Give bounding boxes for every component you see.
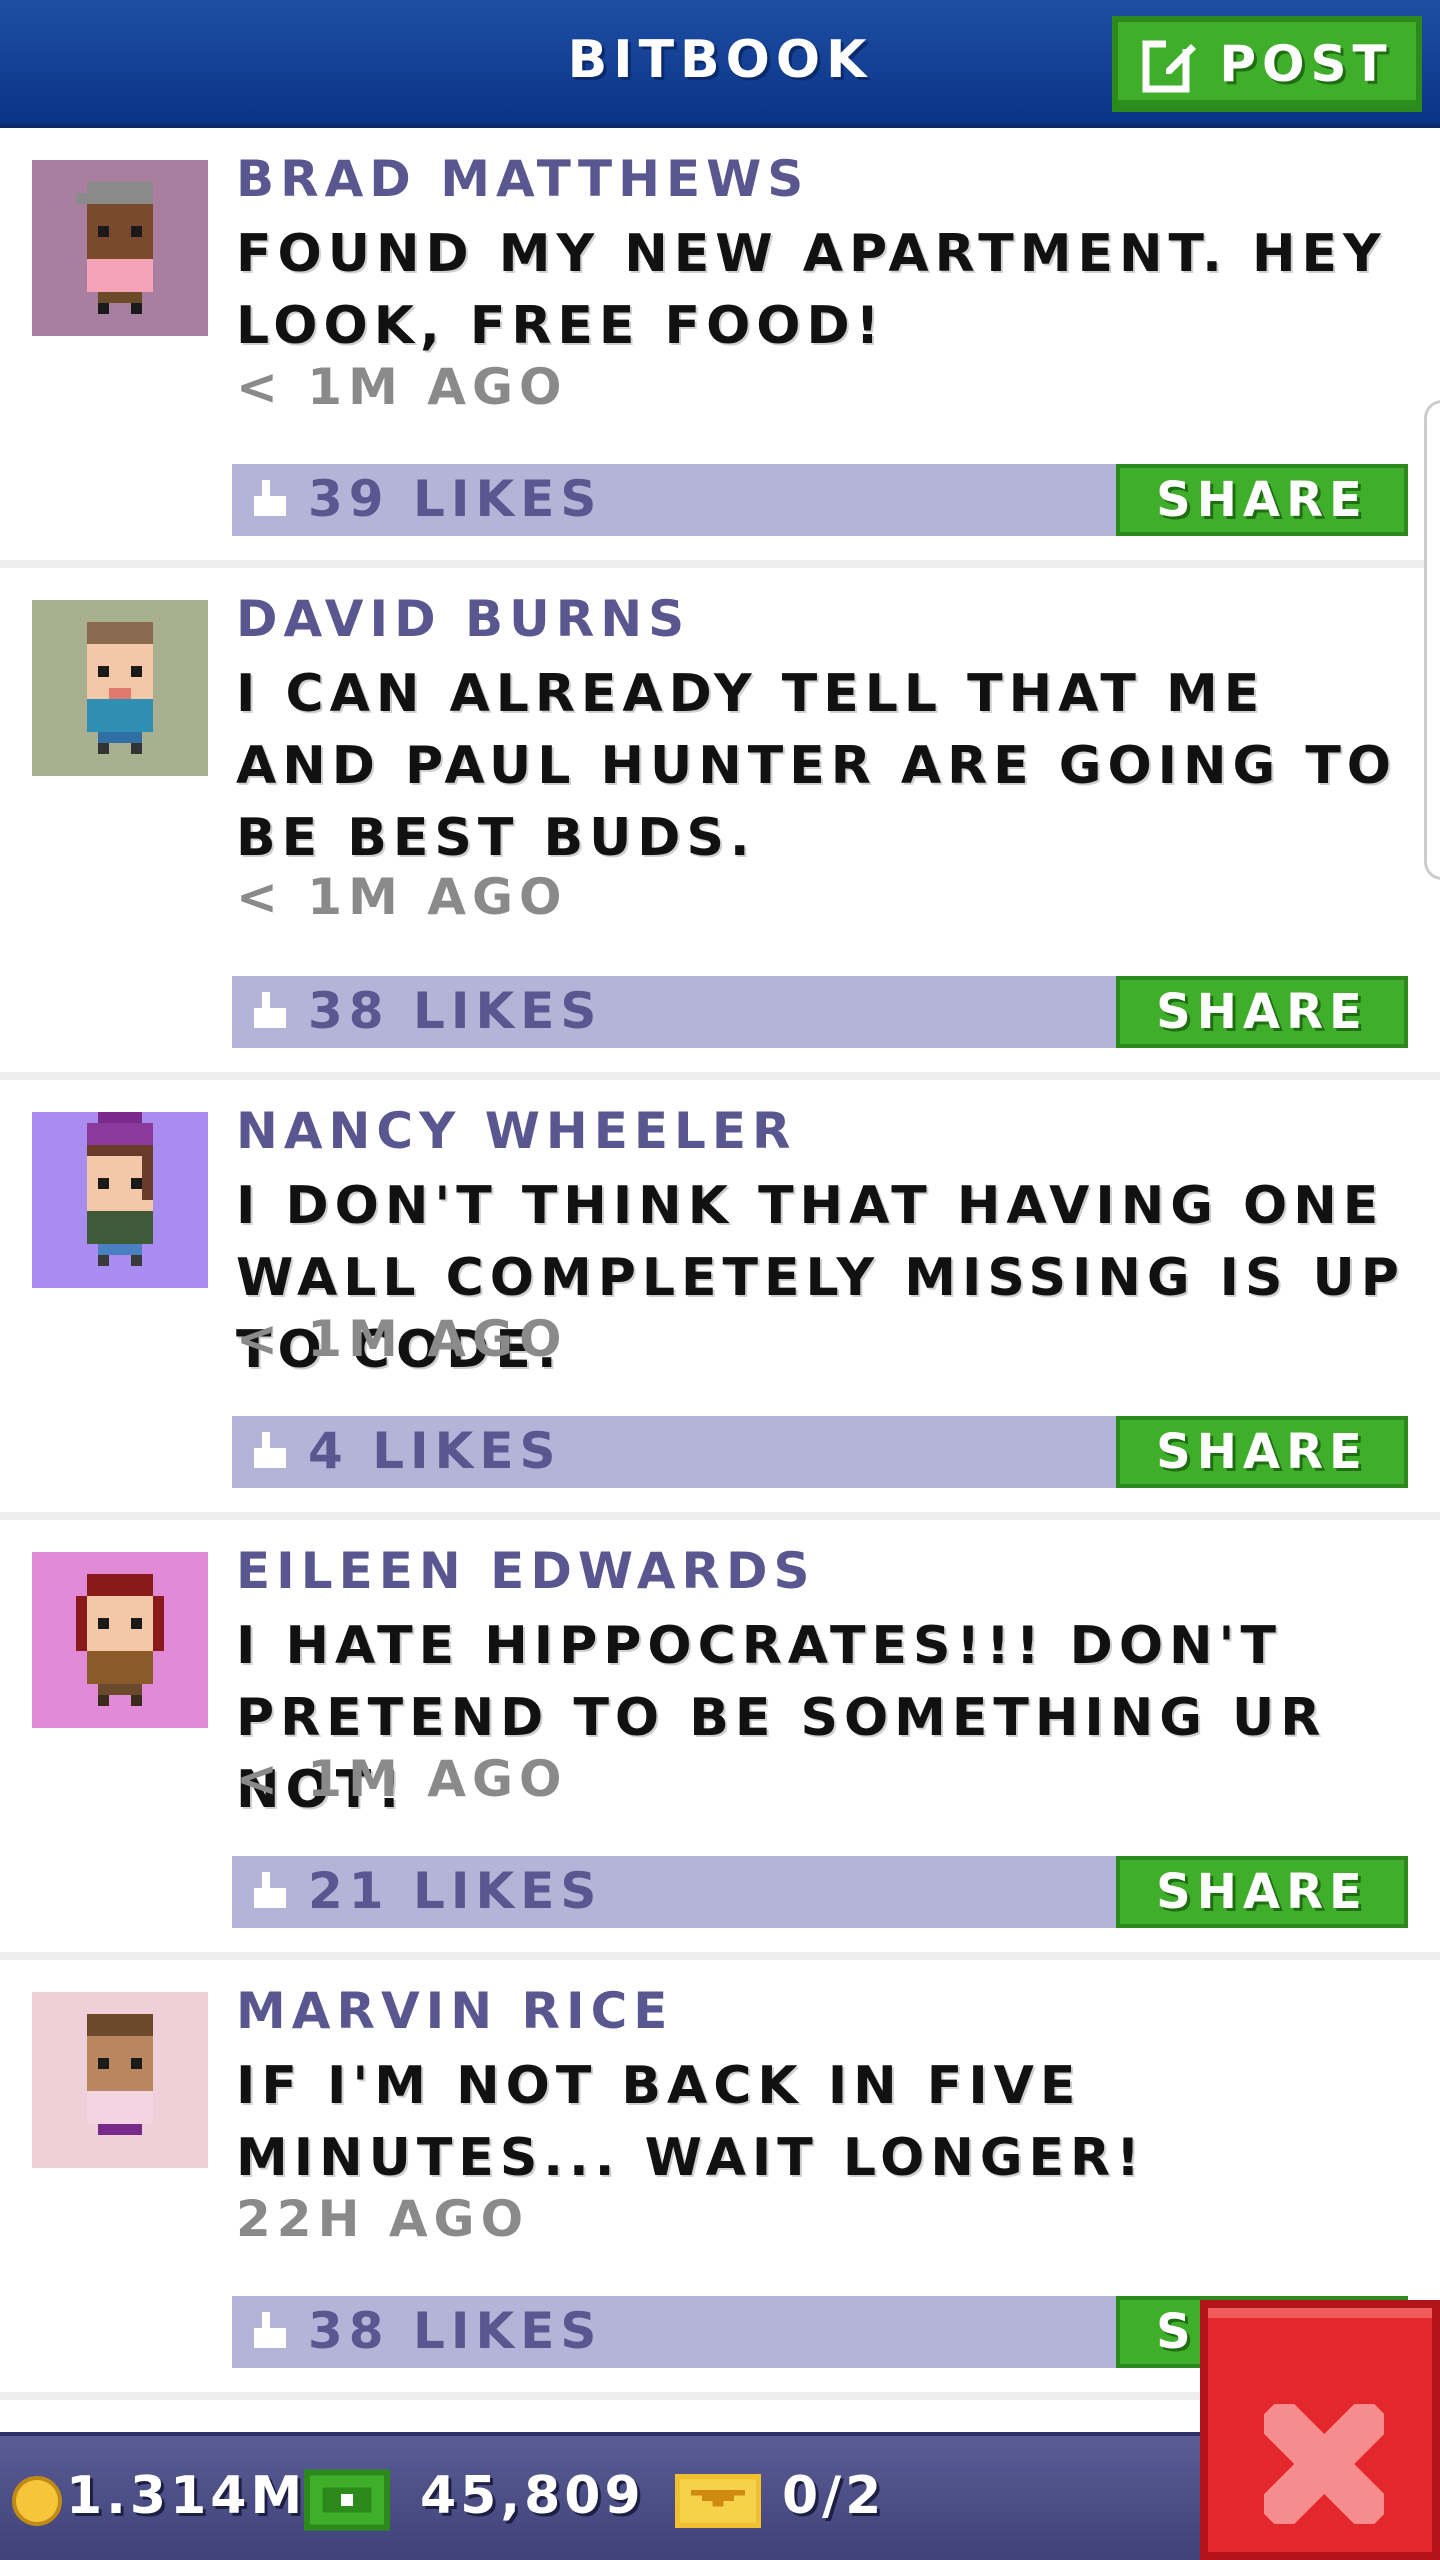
post-author[interactable]: DAVID BURNS [236, 590, 690, 648]
coin-icon [12, 2476, 62, 2526]
avatar [32, 1112, 208, 1288]
avatar [32, 600, 208, 776]
share-button[interactable]: SHARE [1116, 464, 1408, 536]
post-author[interactable]: MARVIN RICE [236, 1982, 673, 2040]
close-icon [1264, 2404, 1384, 2524]
feed-post: NANCY WHEELER I DON'T THINK THAT HAVING … [0, 1084, 1440, 1516]
thumbs-up-icon[interactable] [250, 1432, 290, 1472]
post-time: < 1M AGO [236, 1310, 568, 1368]
likes-bar: 38 LIKES SHARE [232, 976, 1408, 1048]
tickets-value: 0/2 [782, 2466, 886, 2526]
divider [0, 1952, 1440, 1960]
avatar [32, 1992, 208, 2168]
likes-bar: 21 LIKES SHARE [232, 1856, 1408, 1928]
share-button[interactable]: SHARE [1116, 976, 1408, 1048]
feed[interactable]: BRAD MATTHEWS FOUND MY NEW APARTMENT. HE… [0, 132, 1440, 2432]
divider [0, 1072, 1440, 1080]
avatar [32, 160, 208, 336]
bux-icon [304, 2469, 390, 2531]
coins-value: 1.314M [66, 2466, 307, 2526]
likes-count: 4 LIKES [308, 1422, 562, 1480]
thumbs-up-icon[interactable] [250, 480, 290, 520]
scrollbar[interactable] [1424, 400, 1440, 880]
post-author[interactable]: BRAD MATTHEWS [236, 150, 809, 208]
bux-value: 45,809 [420, 2466, 645, 2526]
post-time: 22H AGO [236, 2190, 530, 2248]
share-button[interactable]: SHARE [1116, 1416, 1408, 1488]
likes-count: 39 LIKES [308, 470, 603, 528]
post-message: FOUND MY NEW APARTMENT. HEY LOOK, FREE F… [236, 224, 1387, 356]
likes-count: 38 LIKES [308, 2302, 603, 2360]
post-author[interactable]: EILEEN EDWARDS [236, 1542, 815, 1600]
feed-post: EILEEN EDWARDS I HATE HIPPOCRATES!!! DON… [0, 1524, 1440, 1956]
app-header: BITBOOK POST [0, 0, 1440, 128]
feed-post: DAVID BURNS I CAN ALREADY TELL THAT ME A… [0, 572, 1440, 1084]
ticket-icon [674, 2474, 762, 2528]
feed-post: BRAD MATTHEWS FOUND MY NEW APARTMENT. HE… [0, 132, 1440, 564]
post-button[interactable]: POST [1112, 16, 1422, 112]
post-message: I CAN ALREADY TELL THAT ME AND PAUL HUNT… [236, 664, 1398, 868]
likes-count: 21 LIKES [308, 1862, 603, 1920]
likes-bar: 4 LIKES SHARE [232, 1416, 1408, 1488]
thumbs-up-icon[interactable] [250, 992, 290, 1032]
post-author[interactable]: NANCY WHEELER [236, 1102, 797, 1160]
avatar [32, 1552, 208, 1728]
post-time: < 1M AGO [236, 1750, 568, 1808]
edit-icon [1142, 39, 1197, 93]
likes-count: 38 LIKES [308, 982, 603, 1040]
thumbs-up-icon[interactable] [250, 2312, 290, 2352]
divider [0, 560, 1440, 568]
close-button[interactable] [1200, 2300, 1440, 2560]
post-message: IF I'M NOT BACK IN FIVE MINUTES... WAIT … [236, 2056, 1146, 2188]
post-time: < 1M AGO [236, 868, 568, 926]
likes-bar: 39 LIKES SHARE [232, 464, 1408, 536]
share-button[interactable]: SHARE [1116, 1856, 1408, 1928]
post-time: < 1M AGO [236, 358, 568, 416]
post-label: POST [1219, 35, 1393, 93]
thumbs-up-icon[interactable] [250, 1872, 290, 1912]
divider [0, 1512, 1440, 1520]
